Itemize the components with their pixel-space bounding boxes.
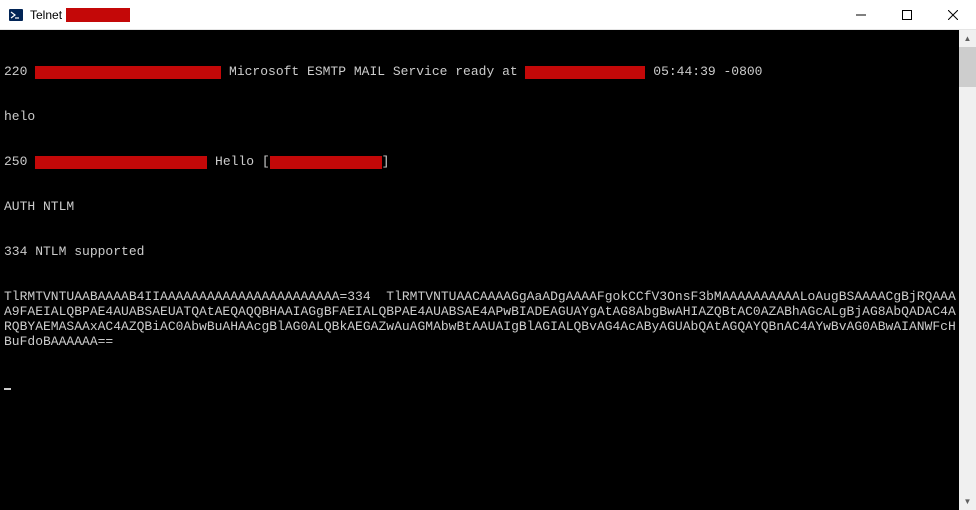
title-bar: Telnet [0, 0, 976, 30]
terminal-line: TlRMTVNTUAABAAAAB4IIAAAAAAAAAAAAAAAAAAAA… [4, 289, 959, 349]
close-button[interactable] [930, 0, 976, 30]
redacted-date [525, 66, 645, 79]
terminal-line: AUTH NTLM [4, 199, 959, 214]
window-title-prefix: Telnet [30, 8, 62, 22]
vertical-scrollbar[interactable]: ▲ ▼ [959, 30, 976, 510]
redacted-title-host [66, 8, 130, 22]
smtp-code: 250 [4, 154, 35, 169]
maximize-button[interactable] [884, 0, 930, 30]
smtp-command: helo [4, 109, 35, 124]
smtp-timestamp: 05:44:39 -0800 [645, 64, 762, 79]
smtp-hello-suffix: ] [382, 154, 390, 169]
window-title: Telnet [30, 8, 130, 22]
scroll-track[interactable] [959, 47, 976, 493]
smtp-command: AUTH NTLM [4, 199, 74, 214]
window-controls [838, 0, 976, 30]
terminal-output[interactable]: 220 Microsoft ESMTP MAIL Service ready a… [0, 30, 959, 510]
terminal-line: 334 NTLM supported [4, 244, 959, 259]
powershell-icon [8, 7, 24, 23]
scroll-thumb[interactable] [959, 47, 976, 87]
terminal-line: 220 Microsoft ESMTP MAIL Service ready a… [4, 64, 959, 79]
scroll-down-button[interactable]: ▼ [959, 493, 976, 510]
terminal-container: 220 Microsoft ESMTP MAIL Service ready a… [0, 30, 976, 510]
redacted-ip [270, 156, 382, 169]
smtp-response: 334 NTLM supported [4, 244, 144, 259]
smtp-hello-text: Hello [ [207, 154, 269, 169]
terminal-line: 250 Hello [] [4, 154, 959, 169]
minimize-button[interactable] [838, 0, 884, 30]
scroll-up-button[interactable]: ▲ [959, 30, 976, 47]
terminal-cursor-line [4, 379, 959, 394]
ntlm-blob: TlRMTVNTUAABAAAAB4IIAAAAAAAAAAAAAAAAAAAA… [4, 289, 956, 349]
smtp-banner-text: Microsoft ESMTP MAIL Service ready at [221, 64, 525, 79]
smtp-code: 220 [4, 64, 35, 79]
terminal-line: helo [4, 109, 959, 124]
redacted-host [35, 156, 207, 169]
redacted-host [35, 66, 221, 79]
cursor [4, 388, 11, 390]
